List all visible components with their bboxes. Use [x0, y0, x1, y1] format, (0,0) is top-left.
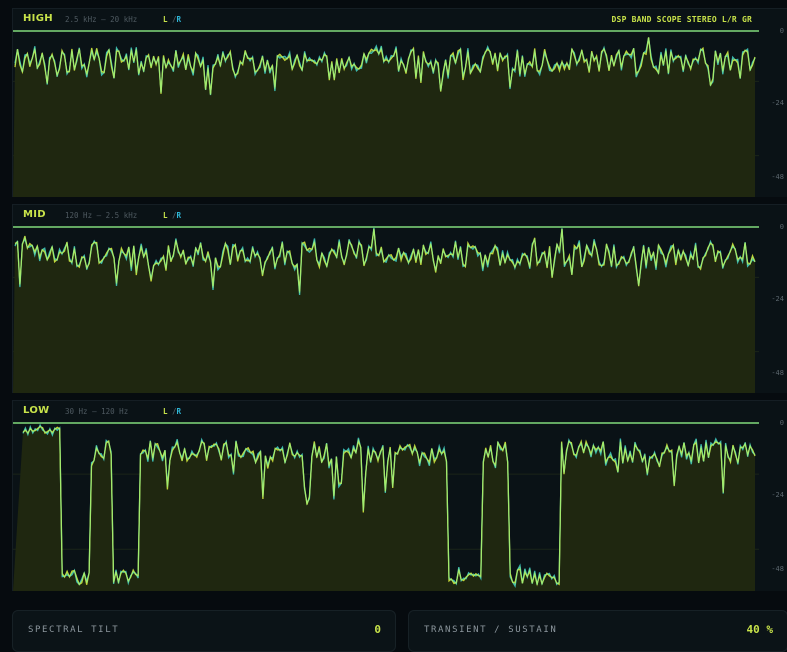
db-tick: -48 — [771, 369, 784, 377]
band-panel-low: LOW 30 Hz – 120 Hz L /R 0 -24 -48 — [12, 400, 787, 591]
db-tick: -24 — [771, 99, 784, 107]
channel-selector[interactable]: L /R — [163, 211, 181, 220]
channel-right[interactable]: R — [177, 211, 182, 220]
band-panel-mid: MID 120 Hz – 2.5 kHz L /R 0 -24 -48 — [12, 204, 787, 393]
db-tick: -24 — [771, 491, 784, 499]
band-panel-high: HIGH 2.5 kHz – 20 kHz L /R DSP BAND SCOP… — [12, 8, 787, 197]
db-tick: 0 — [779, 419, 784, 427]
scope-high — [13, 30, 759, 197]
scope-traces — [13, 422, 759, 591]
gain-area — [13, 426, 755, 591]
meter-value: 0 — [374, 623, 381, 636]
channel-selector[interactable]: L /R — [163, 15, 181, 24]
db-tick: 0 — [779, 27, 784, 35]
band-range: 2.5 kHz – 20 kHz — [65, 15, 138, 24]
band-range: 30 Hz – 120 Hz — [65, 407, 129, 416]
db-tick: -24 — [771, 295, 784, 303]
scope-traces — [13, 226, 759, 393]
spectral-tilt-meter[interactable]: SPECTRAL TILT 0 — [12, 610, 396, 652]
band-name: HIGH — [23, 13, 53, 24]
scope-mid — [13, 226, 759, 393]
meter-label: TRANSIENT / SUSTAIN — [424, 625, 558, 635]
scope-title: DSP BAND SCOPE STEREO L/R GR — [611, 15, 752, 24]
channel-right[interactable]: R — [177, 15, 182, 24]
db-tick: 0 — [779, 223, 784, 231]
channel-separator: / — [167, 211, 177, 220]
transient-sustain-meter[interactable]: TRANSIENT / SUSTAIN 40 % — [408, 610, 787, 652]
meter-label: SPECTRAL TILT — [28, 625, 120, 635]
channel-separator: / — [167, 15, 177, 24]
meter-value: 40 % — [746, 623, 774, 636]
channel-selector[interactable]: L /R — [163, 407, 181, 416]
scope-traces — [13, 30, 759, 197]
band-name: MID — [23, 209, 46, 220]
band-name: LOW — [23, 405, 50, 416]
channel-separator: / — [167, 407, 177, 416]
scope-low — [13, 422, 759, 591]
db-tick: -48 — [771, 173, 784, 181]
band-range: 120 Hz – 2.5 kHz — [65, 211, 138, 220]
channel-right[interactable]: R — [177, 407, 182, 416]
db-tick: -48 — [771, 565, 784, 573]
